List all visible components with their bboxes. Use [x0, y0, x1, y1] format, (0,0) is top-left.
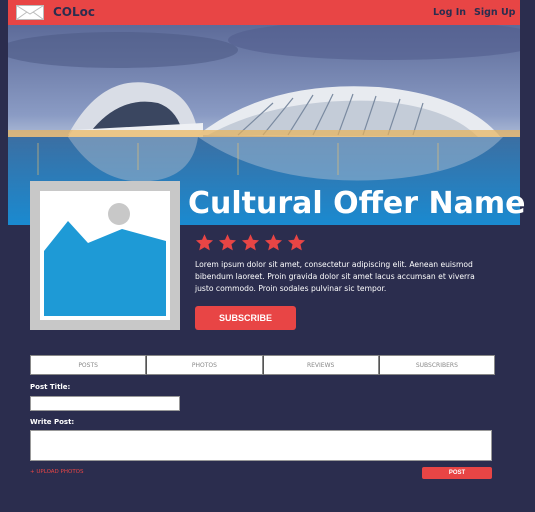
post-button[interactable]: POST [422, 467, 492, 479]
tab-photos[interactable]: PHOTOS [146, 355, 263, 375]
star-icon [264, 234, 283, 251]
star-icon [195, 234, 214, 251]
login-link[interactable]: Log In [433, 6, 466, 19]
brand-name[interactable]: COLoc [53, 5, 95, 20]
upload-photos-link[interactable]: + UPLOAD PHOTOS [30, 469, 84, 476]
image-placeholder-icon [30, 181, 180, 330]
tab-subscribers[interactable]: SUBSCRIBERS [378, 355, 495, 375]
signup-link[interactable]: Sign Up [474, 6, 515, 19]
write-post-label: Write Post: [30, 418, 75, 426]
offer-title: Cultural Offer Name [188, 186, 526, 221]
top-navbar: COLoc Log In Sign Up [8, 0, 520, 25]
star-icon [241, 234, 260, 251]
post-body-textarea[interactable] [30, 430, 492, 461]
envelope-icon[interactable] [16, 5, 44, 20]
tab-reviews[interactable]: REVIEWS [262, 355, 379, 375]
star-icon [218, 234, 237, 251]
star-icon [287, 234, 306, 251]
tab-posts[interactable]: POSTS [30, 355, 147, 375]
offer-description: Lorem ipsum dolor sit amet, consectetur … [195, 260, 475, 293]
post-title-input[interactable] [30, 396, 180, 411]
post-title-label: Post Title: [30, 383, 71, 391]
subscribe-button[interactable]: SUBSCRIBE [195, 306, 296, 330]
offer-tabs: POSTS PHOTOS REVIEWS SUBSCRIBERS [30, 355, 495, 375]
